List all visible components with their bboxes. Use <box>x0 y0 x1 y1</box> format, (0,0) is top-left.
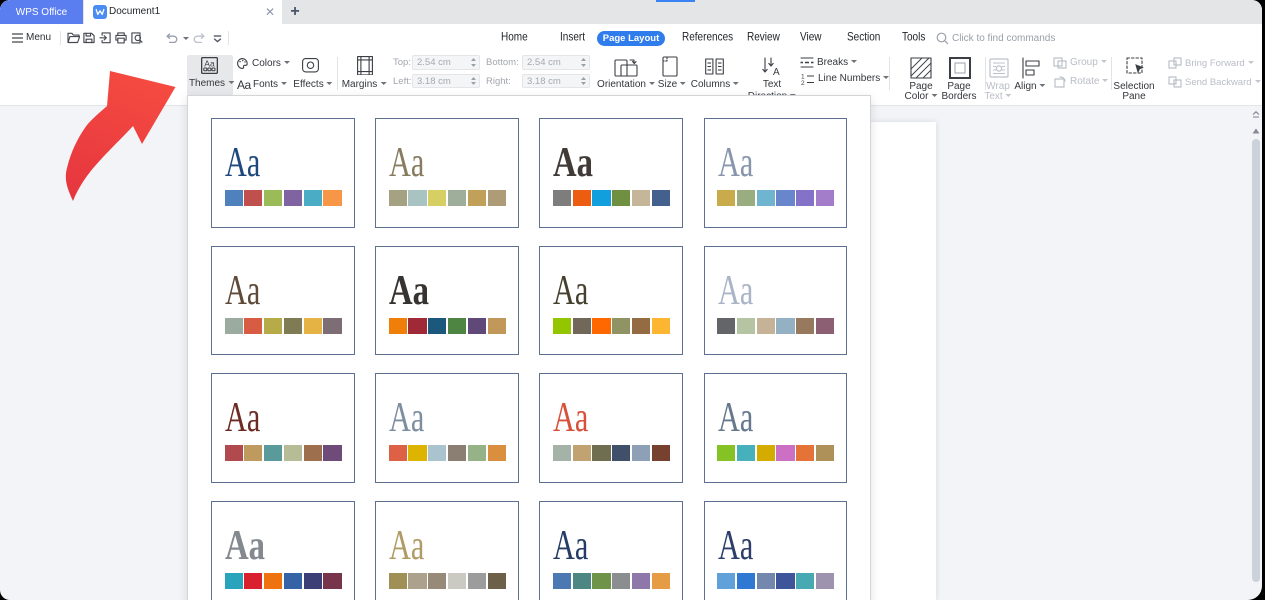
svg-text:A: A <box>773 67 780 77</box>
svg-text:2: 2 <box>801 80 805 85</box>
svg-text:Aa: Aa <box>204 58 215 68</box>
